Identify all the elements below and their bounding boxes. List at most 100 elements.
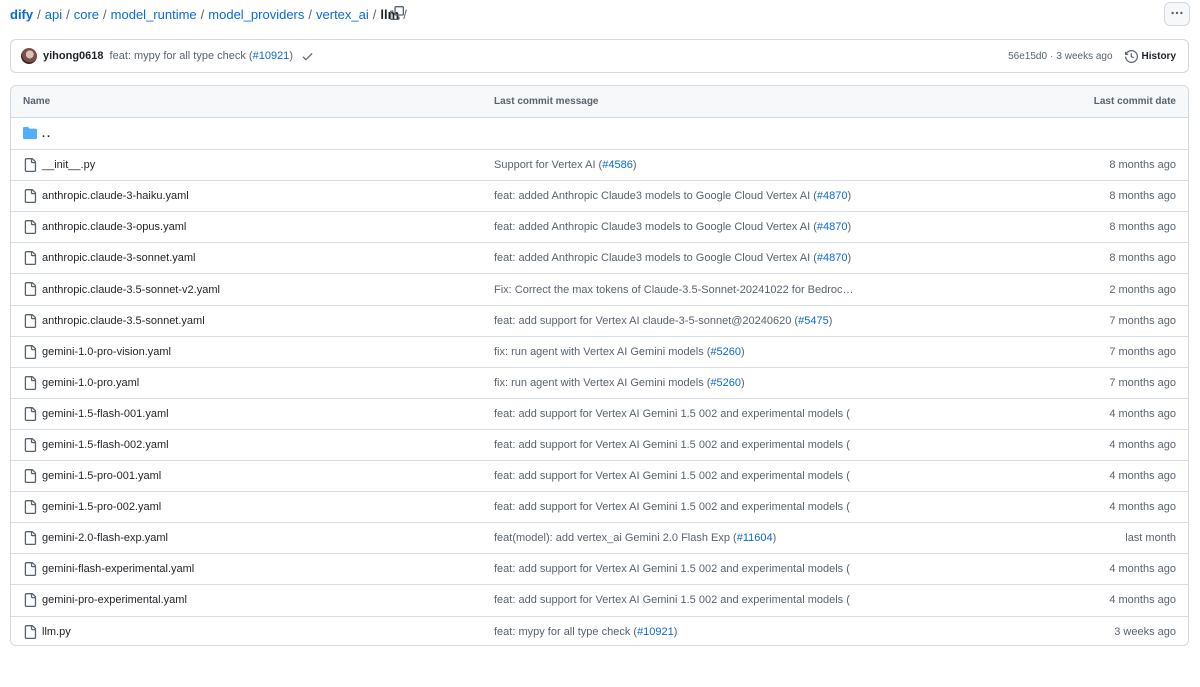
row-commit-date: 8 months ago xyxy=(1109,252,1176,265)
row-commit-tail: ) xyxy=(632,159,637,172)
row-commit-pr-link[interactable]: #5260 xyxy=(710,346,741,358)
file-icon xyxy=(23,624,37,639)
breadcrumb-segment-model-runtime[interactable]: model_runtime xyxy=(111,7,197,22)
row-commit-tail: ) xyxy=(847,252,852,265)
row-commit-text: Fix: Correct the max tokens of Claude-3.… xyxy=(494,283,854,296)
file-name-link[interactable]: gemini-1.0-pro.yaml xyxy=(42,377,139,389)
breadcrumb-segment-model-providers[interactable]: model_providers xyxy=(208,7,304,22)
file-name-link[interactable]: __init__.py xyxy=(42,159,95,171)
row-commit-tail: ) xyxy=(741,376,745,389)
row-commit-tail: ) xyxy=(772,532,777,545)
table-row[interactable]: __init__.py Support for Vertex AI (#4586)… xyxy=(11,149,1188,181)
file-name-link[interactable]: gemini-1.5-flash-002.yaml xyxy=(42,439,169,451)
file-name-link[interactable]: anthropic.claude-3-opus.yaml xyxy=(42,221,186,233)
row-commit-message[interactable]: feat: add support for Vertex AI claude-3… xyxy=(494,315,832,327)
row-commit-pr-link[interactable]: #4870 xyxy=(817,252,848,264)
row-commit-message[interactable]: feat: add support for Vertex AI Gemini 1… xyxy=(494,470,850,482)
row-commit-pr-link[interactable]: #4586 xyxy=(602,159,633,171)
table-row[interactable]: anthropic.claude-3-opus.yaml feat: added … xyxy=(11,211,1188,243)
row-commit-message[interactable]: feat: mypy for all type check (#10921) xyxy=(494,626,677,638)
row-commit-tail: ) xyxy=(847,221,852,234)
file-name-link[interactable]: anthropic.claude-3.5-sonnet-v2.yaml xyxy=(42,284,220,296)
row-commit-pr-link[interactable]: #10921 xyxy=(637,626,674,638)
row-commit-date: 2 months ago xyxy=(1109,283,1176,296)
header-commit-message: Last commit message xyxy=(494,96,599,107)
row-commit-message[interactable]: Support for Vertex AI (#4586) xyxy=(494,159,637,171)
row-commit-pr-link[interactable]: #5260 xyxy=(710,377,741,389)
table-row[interactable]: anthropic.claude-3.5-sonnet-v2.yaml Fix: … xyxy=(11,273,1188,305)
commit-sha[interactable]: 56e15d0 xyxy=(1008,51,1047,62)
breadcrumb-segment-api[interactable]: api xyxy=(45,7,62,22)
row-commit-pr-link[interactable]: #4870 xyxy=(817,190,848,202)
file-icon xyxy=(23,189,37,204)
row-commit-message[interactable]: feat: add support for Vertex AI Gemini 1… xyxy=(494,408,850,420)
table-row[interactable]: anthropic.claude-3.5-sonnet.yaml feat: ad… xyxy=(11,304,1188,336)
file-icon xyxy=(23,220,37,235)
row-commit-message[interactable]: feat: add support for Vertex AI Gemini 1… xyxy=(494,594,850,606)
row-commit-date: 4 months ago xyxy=(1109,438,1176,451)
file-name-link[interactable]: llm.py xyxy=(42,626,71,638)
commit-author[interactable]: yihong0618 xyxy=(43,50,104,62)
file-icon xyxy=(23,500,37,515)
row-commit-message[interactable]: feat(model): add vertex_ai Gemini 2.0 Fl… xyxy=(494,532,776,544)
commit-message[interactable]: feat: mypy for all type check (#10921) xyxy=(110,50,293,62)
file-name-link[interactable]: anthropic.claude-3-sonnet.yaml xyxy=(42,252,195,264)
file-icon xyxy=(23,313,37,328)
table-row[interactable]: gemini-flash-experimental.yaml feat: add … xyxy=(11,553,1188,585)
file-name-link[interactable]: gemini-pro-experimental.yaml xyxy=(42,594,187,606)
avatar[interactable] xyxy=(21,48,37,64)
breadcrumb-segment-vertex-ai[interactable]: vertex_ai xyxy=(316,7,369,22)
row-commit-message[interactable]: feat: add support for Vertex AI Gemini 1… xyxy=(494,501,850,513)
breadcrumb-segment-dify[interactable]: dify xyxy=(10,7,33,22)
row-commit-message[interactable]: feat: add support for Vertex AI Gemini 1… xyxy=(494,563,850,575)
row-commit-message[interactable]: feat: add support for Vertex AI Gemini 1… xyxy=(494,439,850,451)
file-name-link[interactable]: anthropic.claude-3-haiku.yaml xyxy=(42,190,189,202)
table-row[interactable]: gemini-2.0-flash-exp.yaml feat(model): ad… xyxy=(11,522,1188,554)
row-commit-pr-link[interactable]: #11604 xyxy=(737,532,773,544)
header-name: Name xyxy=(23,96,51,107)
table-row[interactable]: gemini-1.5-pro-001.yaml feat: add support… xyxy=(11,460,1188,492)
kebab-horizontal-icon xyxy=(1170,6,1184,23)
row-commit-date: 8 months ago xyxy=(1109,190,1176,203)
row-commit-message[interactable]: fix: run agent with Vertex AI Gemini mod… xyxy=(494,346,745,358)
row-commit-message[interactable]: feat: added Anthropic Claude3 models to … xyxy=(494,252,851,264)
row-commit-message[interactable]: Fix: Correct the max tokens of Claude-3.… xyxy=(494,284,854,296)
row-commit-message[interactable]: feat: added Anthropic Claude3 models to … xyxy=(494,221,851,233)
file-name-link[interactable]: gemini-2.0-flash-exp.yaml xyxy=(42,532,168,544)
table-row[interactable]: anthropic.claude-3-sonnet.yaml feat: adde… xyxy=(11,242,1188,274)
copy-icon[interactable] xyxy=(390,6,406,22)
file-name-link[interactable]: gemini-1.5-flash-001.yaml xyxy=(42,408,169,420)
file-icon xyxy=(23,437,37,452)
parent-directory-row[interactable]: .. xyxy=(11,118,1188,150)
row-commit-message[interactable]: feat: added Anthropic Claude3 models to … xyxy=(494,190,851,202)
breadcrumb-segment-core[interactable]: core xyxy=(74,7,99,22)
table-row[interactable]: gemini-1.0-pro.yaml fix: run agent with V… xyxy=(11,366,1188,398)
row-commit-message[interactable]: fix: run agent with Vertex AI Gemini mod… xyxy=(494,377,745,389)
file-name-link[interactable]: anthropic.claude-3.5-sonnet.yaml xyxy=(42,315,205,327)
history-button[interactable]: History xyxy=(1124,49,1176,63)
row-commit-pr-link[interactable]: #5475 xyxy=(798,315,829,327)
table-row[interactable]: gemini-1.0-pro-vision.yaml fix: run agent… xyxy=(11,335,1188,367)
row-commit-text: feat: mypy for all type check ( xyxy=(494,625,638,638)
more-options-button[interactable] xyxy=(1164,2,1190,26)
table-row[interactable]: gemini-1.5-flash-001.yaml feat: add suppo… xyxy=(11,397,1188,429)
check-icon[interactable] xyxy=(301,50,314,63)
row-commit-text: feat: added Anthropic Claude3 models to … xyxy=(494,190,817,203)
file-name-link[interactable]: gemini-1.0-pro-vision.yaml xyxy=(42,346,171,358)
file-icon xyxy=(23,531,37,546)
parent-directory-link[interactable]: .. xyxy=(42,128,52,140)
file-name-link[interactable]: gemini-flash-experimental.yaml xyxy=(42,563,194,575)
breadcrumb-separator: / xyxy=(200,6,205,22)
table-row[interactable]: gemini-1.5-pro-002.yaml feat: add support… xyxy=(11,491,1188,523)
table-row[interactable]: gemini-pro-experimental.yaml feat: add su… xyxy=(11,584,1188,616)
file-icon xyxy=(23,406,37,421)
table-row[interactable]: gemini-1.5-flash-002.yaml feat: add suppo… xyxy=(11,428,1188,461)
row-commit-date: 8 months ago xyxy=(1109,221,1176,234)
table-row[interactable]: llm.py feat: mypy for all type check (#10… xyxy=(11,615,1188,645)
row-commit-pr-link[interactable]: #4870 xyxy=(817,221,848,233)
file-name-link[interactable]: gemini-1.5-pro-002.yaml xyxy=(42,501,161,513)
table-row[interactable]: anthropic.claude-3-haiku.yaml feat: added… xyxy=(11,180,1188,212)
commit-pr-link[interactable]: #10921 xyxy=(253,50,290,62)
file-name-link[interactable]: gemini-1.5-pro-001.yaml xyxy=(42,470,161,482)
row-commit-tail: ) xyxy=(741,345,745,358)
